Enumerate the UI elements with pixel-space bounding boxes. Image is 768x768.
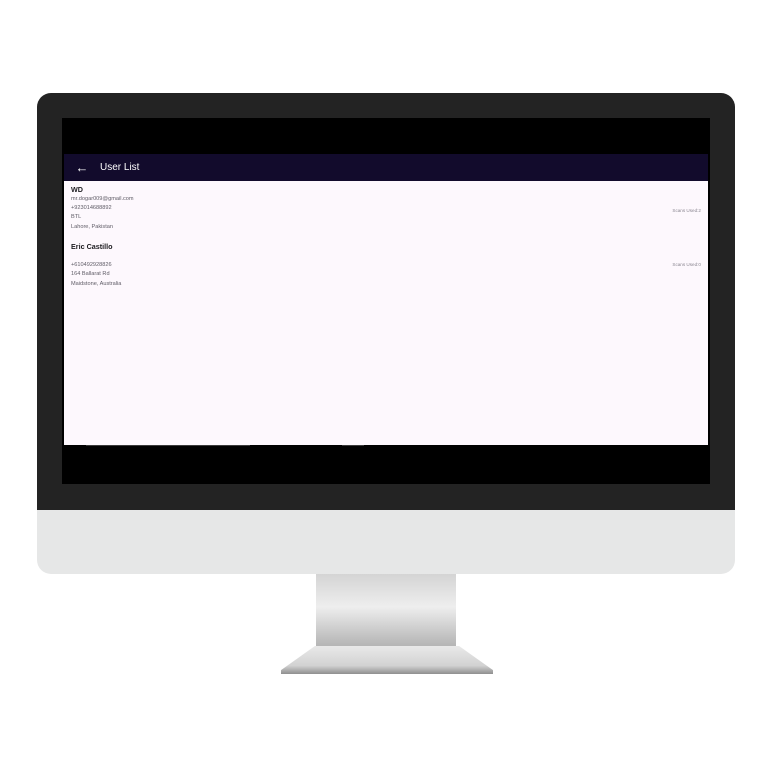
app-bar: ← User List [64,154,708,181]
monitor-stand-base [281,646,493,674]
user-city: Maidstone, Australia [71,280,122,287]
status-bar [62,118,710,154]
arrow-left-icon: ← [75,160,89,175]
user-email [71,252,701,261]
user-list: WD mr.dogar009@gmail.com +923014688892 B… [64,181,708,445]
divider [342,445,364,446]
screen: ← User List WD mr.dogar009@gmail.com +92… [62,118,710,484]
user-name: WD [71,185,83,194]
list-item[interactable]: WD mr.dogar009@gmail.com +923014688892 B… [71,185,701,232]
divider [86,445,250,446]
back-button[interactable]: ← [70,154,94,181]
page-title: User List [100,162,140,173]
navigation-bar [62,445,710,484]
list-item[interactable]: Eric Castillo +610492928826 164 Ballarat… [71,242,701,289]
scans-used: Scans Used:0 [672,262,701,267]
user-address: BTL [71,214,82,221]
scans-used: Scans Used:2 [672,208,701,213]
user-address: 164 Ballarat Rd [71,271,110,278]
user-email: mr.dogar009@gmail.com [71,196,134,202]
user-city: Lahore, Pakistan [71,223,113,230]
user-phone: +923014688892 [71,205,112,212]
user-phone: +610492928826 [71,262,112,269]
monitor-chin [37,510,735,574]
user-name: Eric Castillo [71,242,113,251]
